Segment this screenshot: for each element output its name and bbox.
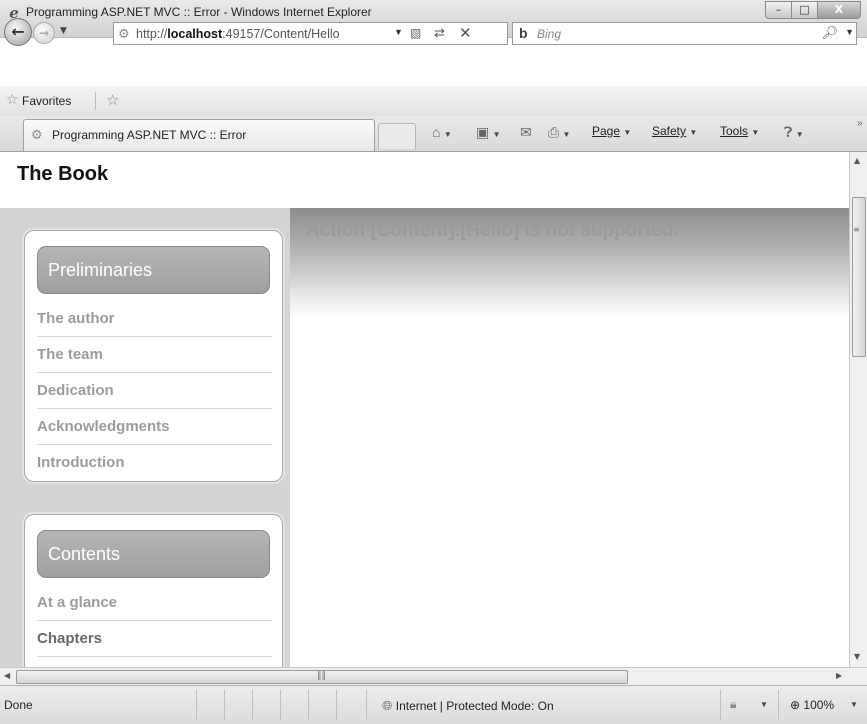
address-dropdown-icon[interactable]: ▼ bbox=[394, 27, 403, 37]
scroll-up-arrow-icon[interactable]: ▲ bbox=[854, 156, 860, 165]
vertical-scrollbar[interactable]: ▲ ≡ ▼ bbox=[849, 152, 867, 667]
help-dropdown-icon[interactable]: ▼ bbox=[796, 130, 804, 139]
refresh-icon[interactable]: ⇄ bbox=[434, 25, 445, 41]
new-tab-button[interactable] bbox=[378, 123, 416, 149]
forward-button[interactable]: → bbox=[33, 22, 55, 44]
bing-logo-icon: b bbox=[519, 25, 528, 41]
scroll-down-arrow-icon[interactable]: ▼ bbox=[854, 652, 860, 661]
tab-label: Programming ASP.NET MVC :: Error bbox=[52, 128, 247, 142]
add-to-favorites-bar-icon[interactable]: ☆ bbox=[106, 91, 119, 109]
safety-menu[interactable]: Safety ▼ bbox=[652, 124, 697, 138]
search-box[interactable]: b Bing 🔎︎ ▼ bbox=[512, 22, 857, 45]
zoom-icon: ⊕ bbox=[790, 698, 801, 712]
tab-gear-icon: ⚙ bbox=[31, 128, 43, 143]
status-divider bbox=[720, 690, 721, 720]
hscroll-grip-icon: ‖‖ bbox=[317, 671, 326, 681]
protected-mode-icon[interactable]: 🔒︎ bbox=[730, 697, 736, 712]
book-title: The Book bbox=[17, 163, 109, 185]
address-bar[interactable]: ⚙ http://localhost:49157/Content/Hello ▼… bbox=[113, 22, 508, 45]
status-text: Done bbox=[4, 698, 33, 712]
status-bar: Done 🌐︎ Internet | Protected Mode: On 🔒︎… bbox=[0, 685, 867, 724]
nav-link-acknowledgments[interactable]: Acknowledgments bbox=[37, 409, 272, 445]
safety-dropdown-icon: ▼ bbox=[689, 128, 698, 137]
site-header: The Book bbox=[0, 152, 849, 208]
tab-row: ⚙ Programming ASP.NET MVC :: Error ⌂ ▼ ▣… bbox=[0, 116, 867, 152]
favorites-button[interactable]: Favorites bbox=[22, 94, 71, 108]
page-content: The Book Action [Content].[Hello] is not… bbox=[0, 152, 849, 667]
nav-link-team[interactable]: The team bbox=[37, 337, 272, 373]
protected-mode-dropdown-icon[interactable]: ▼ bbox=[760, 700, 768, 709]
search-icon[interactable]: 🔎︎ bbox=[821, 25, 838, 41]
page-dropdown-icon: ▼ bbox=[623, 128, 632, 137]
scroll-left-arrow-icon[interactable]: ◀ bbox=[4, 671, 10, 680]
zoom-dropdown-icon[interactable]: ▼ bbox=[850, 700, 858, 709]
address-url[interactable]: http://localhost:49157/Content/Hello bbox=[136, 27, 340, 41]
chevron-more-icon[interactable]: » bbox=[857, 118, 863, 129]
nav-link-chapters[interactable]: Chapters bbox=[37, 621, 272, 657]
nav-link-author[interactable]: The author bbox=[37, 301, 272, 337]
help-button[interactable]: ❓︎ ▼ bbox=[784, 124, 804, 141]
security-zone-label: Internet | Protected Mode: On bbox=[395, 699, 554, 713]
scroll-right-arrow-icon[interactable]: ▶ bbox=[836, 671, 842, 680]
security-zone[interactable]: 🌐︎ Internet | Protected Mode: On bbox=[382, 698, 554, 714]
status-divider bbox=[224, 690, 225, 720]
status-divider bbox=[778, 690, 779, 720]
tools-dropdown-icon: ▼ bbox=[751, 128, 760, 137]
home-dropdown-icon[interactable]: ▼ bbox=[444, 130, 452, 139]
status-divider bbox=[196, 690, 197, 720]
nav-link-dedication[interactable]: Dedication bbox=[37, 373, 272, 409]
safety-menu-label: Safety bbox=[652, 124, 687, 138]
horizontal-scroll-thumb[interactable]: ‖‖ bbox=[16, 670, 628, 684]
nav-link-samples[interactable]: Samples bbox=[37, 657, 272, 667]
status-divider bbox=[280, 690, 281, 720]
home-button[interactable]: ⌂ ▼ bbox=[432, 124, 452, 140]
rss-feed-icon: ▣ bbox=[476, 124, 490, 140]
contents-panel: Contents At a glance Chapters Samples bbox=[24, 514, 283, 667]
page-menu[interactable]: Page ▼ bbox=[592, 124, 631, 138]
status-divider bbox=[252, 690, 253, 720]
back-button[interactable]: ← bbox=[4, 18, 32, 46]
zoom-level[interactable]: ⊕ 100% bbox=[790, 698, 834, 712]
page-gear-icon: ⚙ bbox=[118, 26, 130, 41]
zoom-value: 100% bbox=[803, 698, 835, 712]
vertical-scroll-thumb[interactable] bbox=[852, 197, 866, 357]
read-mail-button[interactable]: ✉ bbox=[520, 124, 532, 141]
help-icon: ❓︎ bbox=[784, 124, 793, 140]
preliminaries-panel: Preliminaries The author The team Dedica… bbox=[24, 230, 283, 482]
favorites-star-icon[interactable]: ☆ bbox=[6, 92, 19, 108]
status-divider bbox=[336, 690, 337, 720]
print-dropdown-icon[interactable]: ▼ bbox=[563, 130, 571, 139]
stop-icon[interactable]: ✕ bbox=[459, 24, 472, 42]
horizontal-scrollbar[interactable]: ◀ ‖‖ ▶ bbox=[0, 667, 867, 685]
tab-active[interactable]: ⚙ Programming ASP.NET MVC :: Error bbox=[23, 119, 375, 151]
error-message: Action [Content].[Hello] is not supporte… bbox=[306, 220, 679, 241]
feeds-dropdown-icon[interactable]: ▼ bbox=[493, 130, 501, 139]
tools-menu[interactable]: Tools ▼ bbox=[720, 124, 759, 138]
search-placeholder[interactable]: Bing bbox=[537, 27, 561, 41]
panel-heading: Preliminaries bbox=[37, 246, 270, 294]
panel-heading: Contents bbox=[37, 530, 270, 578]
tools-menu-label: Tools bbox=[720, 124, 749, 138]
page-menu-label: Page bbox=[592, 124, 621, 138]
nav-link-introduction[interactable]: Introduction bbox=[37, 445, 272, 481]
compatibility-view-icon[interactable]: ▧ bbox=[410, 26, 421, 40]
feeds-button[interactable]: ▣ ▼ bbox=[476, 124, 501, 141]
favorites-bar: ☆ Favorites ☆ bbox=[0, 86, 867, 116]
recent-pages-dropdown-icon[interactable]: ▼ bbox=[60, 26, 67, 36]
scroll-grip-icon: ≡ bbox=[853, 225, 860, 234]
search-dropdown-icon[interactable]: ▼ bbox=[845, 27, 854, 37]
status-divider bbox=[366, 690, 367, 720]
address-row: ← → ▼ ⚙ http://localhost:49157/Content/H… bbox=[0, 10, 867, 50]
mail-icon: ✉ bbox=[520, 124, 532, 140]
status-divider bbox=[308, 690, 309, 720]
favorites-separator bbox=[95, 92, 96, 110]
printer-icon: ⎙ bbox=[548, 124, 560, 140]
print-button[interactable]: ⎙ ▼ bbox=[548, 124, 570, 141]
home-icon: ⌂ bbox=[432, 124, 441, 140]
nav-link-at-a-glance[interactable]: At a glance bbox=[37, 585, 272, 621]
globe-icon: 🌐︎ bbox=[382, 698, 393, 713]
